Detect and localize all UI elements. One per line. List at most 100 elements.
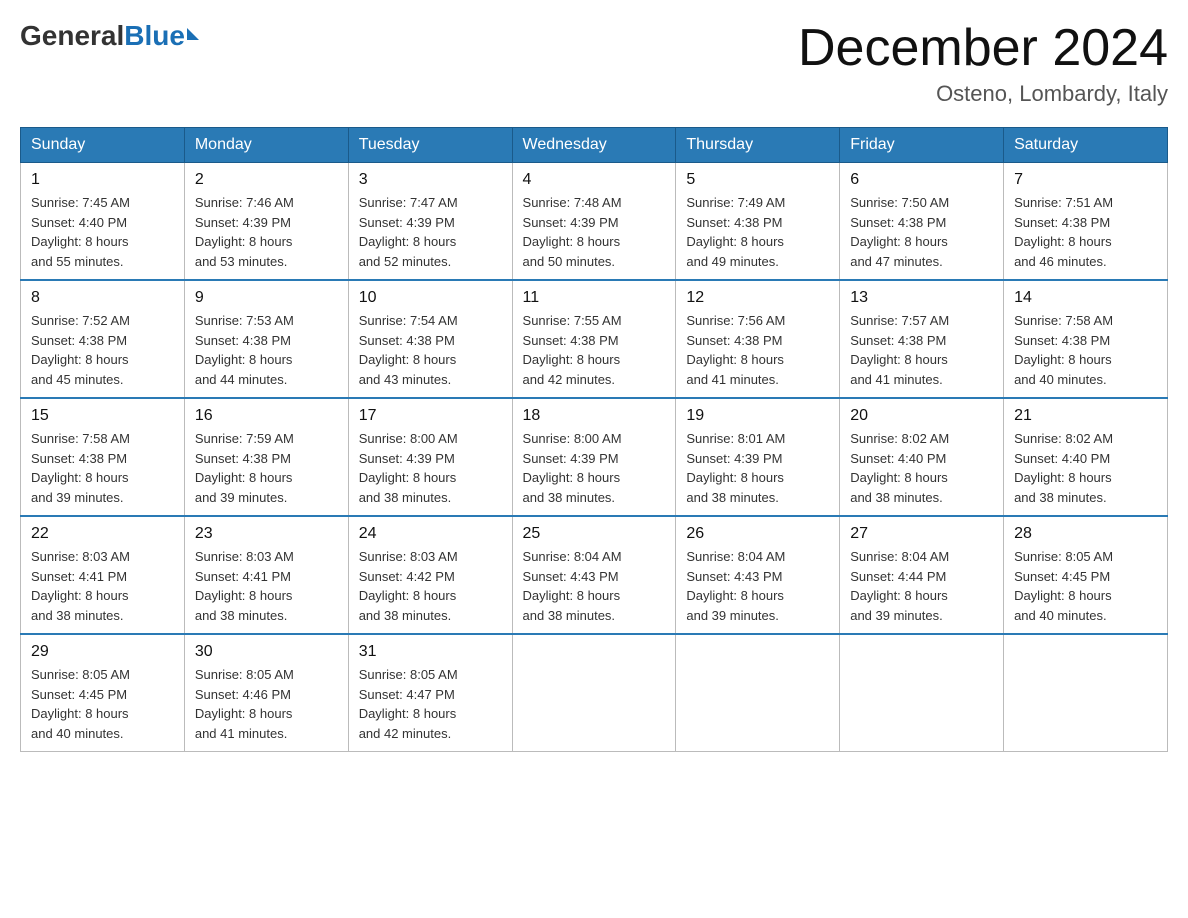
col-wednesday: Wednesday [512,128,676,163]
day-number: 26 [686,525,829,543]
day-info: Sunrise: 7:47 AM Sunset: 4:39 PM Dayligh… [359,193,502,271]
day-info: Sunrise: 8:00 AM Sunset: 4:39 PM Dayligh… [359,429,502,507]
table-row: 7 Sunrise: 7:51 AM Sunset: 4:38 PM Dayli… [1004,163,1168,281]
logo-blue-text: Blue [124,20,185,52]
calendar-row-5: 29 Sunrise: 8:05 AM Sunset: 4:45 PM Dayl… [21,634,1168,752]
calendar-row-2: 8 Sunrise: 7:52 AM Sunset: 4:38 PM Dayli… [21,280,1168,398]
day-info: Sunrise: 8:02 AM Sunset: 4:40 PM Dayligh… [850,429,993,507]
table-row: 30 Sunrise: 8:05 AM Sunset: 4:46 PM Dayl… [184,634,348,752]
table-row: 20 Sunrise: 8:02 AM Sunset: 4:40 PM Dayl… [840,398,1004,516]
day-number: 16 [195,407,338,425]
table-row: 22 Sunrise: 8:03 AM Sunset: 4:41 PM Dayl… [21,516,185,634]
day-number: 28 [1014,525,1157,543]
table-row: 21 Sunrise: 8:02 AM Sunset: 4:40 PM Dayl… [1004,398,1168,516]
table-row: 9 Sunrise: 7:53 AM Sunset: 4:38 PM Dayli… [184,280,348,398]
table-row: 25 Sunrise: 8:04 AM Sunset: 4:43 PM Dayl… [512,516,676,634]
day-info: Sunrise: 8:03 AM Sunset: 4:42 PM Dayligh… [359,547,502,625]
day-number: 30 [195,643,338,661]
table-row: 13 Sunrise: 7:57 AM Sunset: 4:38 PM Dayl… [840,280,1004,398]
title-block: December 2024 Osteno, Lombardy, Italy [798,20,1168,107]
day-info: Sunrise: 7:50 AM Sunset: 4:38 PM Dayligh… [850,193,993,271]
logo-general-text: General [20,20,124,52]
day-info: Sunrise: 8:03 AM Sunset: 4:41 PM Dayligh… [31,547,174,625]
table-row [1004,634,1168,752]
day-number: 7 [1014,171,1157,189]
calendar-row-4: 22 Sunrise: 8:03 AM Sunset: 4:41 PM Dayl… [21,516,1168,634]
day-number: 10 [359,289,502,307]
day-number: 20 [850,407,993,425]
day-number: 3 [359,171,502,189]
day-info: Sunrise: 8:04 AM Sunset: 4:43 PM Dayligh… [523,547,666,625]
day-info: Sunrise: 7:54 AM Sunset: 4:38 PM Dayligh… [359,311,502,389]
table-row: 14 Sunrise: 7:58 AM Sunset: 4:38 PM Dayl… [1004,280,1168,398]
col-monday: Monday [184,128,348,163]
day-number: 13 [850,289,993,307]
table-row: 18 Sunrise: 8:00 AM Sunset: 4:39 PM Dayl… [512,398,676,516]
day-info: Sunrise: 7:56 AM Sunset: 4:38 PM Dayligh… [686,311,829,389]
day-info: Sunrise: 8:05 AM Sunset: 4:45 PM Dayligh… [1014,547,1157,625]
table-row: 28 Sunrise: 8:05 AM Sunset: 4:45 PM Dayl… [1004,516,1168,634]
day-info: Sunrise: 7:46 AM Sunset: 4:39 PM Dayligh… [195,193,338,271]
day-info: Sunrise: 7:51 AM Sunset: 4:38 PM Dayligh… [1014,193,1157,271]
day-number: 1 [31,171,174,189]
day-info: Sunrise: 7:55 AM Sunset: 4:38 PM Dayligh… [523,311,666,389]
day-number: 4 [523,171,666,189]
day-number: 12 [686,289,829,307]
day-info: Sunrise: 7:59 AM Sunset: 4:38 PM Dayligh… [195,429,338,507]
day-info: Sunrise: 8:03 AM Sunset: 4:41 PM Dayligh… [195,547,338,625]
logo-triangle-icon [187,28,199,40]
col-friday: Friday [840,128,1004,163]
table-row: 4 Sunrise: 7:48 AM Sunset: 4:39 PM Dayli… [512,163,676,281]
day-number: 17 [359,407,502,425]
day-info: Sunrise: 8:05 AM Sunset: 4:46 PM Dayligh… [195,665,338,743]
table-row: 10 Sunrise: 7:54 AM Sunset: 4:38 PM Dayl… [348,280,512,398]
table-row: 16 Sunrise: 7:59 AM Sunset: 4:38 PM Dayl… [184,398,348,516]
day-number: 22 [31,525,174,543]
table-row: 23 Sunrise: 8:03 AM Sunset: 4:41 PM Dayl… [184,516,348,634]
day-number: 5 [686,171,829,189]
day-info: Sunrise: 8:01 AM Sunset: 4:39 PM Dayligh… [686,429,829,507]
day-number: 9 [195,289,338,307]
table-row: 6 Sunrise: 7:50 AM Sunset: 4:38 PM Dayli… [840,163,1004,281]
day-number: 19 [686,407,829,425]
day-info: Sunrise: 7:49 AM Sunset: 4:38 PM Dayligh… [686,193,829,271]
table-row [676,634,840,752]
day-info: Sunrise: 7:52 AM Sunset: 4:38 PM Dayligh… [31,311,174,389]
table-row: 26 Sunrise: 8:04 AM Sunset: 4:43 PM Dayl… [676,516,840,634]
table-row [840,634,1004,752]
col-thursday: Thursday [676,128,840,163]
page-header: General Blue December 2024 Osteno, Lomba… [20,20,1168,107]
day-info: Sunrise: 7:58 AM Sunset: 4:38 PM Dayligh… [31,429,174,507]
calendar-header-row: Sunday Monday Tuesday Wednesday Thursday… [21,128,1168,163]
table-row: 17 Sunrise: 8:00 AM Sunset: 4:39 PM Dayl… [348,398,512,516]
day-info: Sunrise: 8:02 AM Sunset: 4:40 PM Dayligh… [1014,429,1157,507]
day-info: Sunrise: 7:53 AM Sunset: 4:38 PM Dayligh… [195,311,338,389]
table-row: 29 Sunrise: 8:05 AM Sunset: 4:45 PM Dayl… [21,634,185,752]
day-number: 2 [195,171,338,189]
day-info: Sunrise: 7:57 AM Sunset: 4:38 PM Dayligh… [850,311,993,389]
day-info: Sunrise: 8:05 AM Sunset: 4:47 PM Dayligh… [359,665,502,743]
day-number: 29 [31,643,174,661]
table-row: 3 Sunrise: 7:47 AM Sunset: 4:39 PM Dayli… [348,163,512,281]
table-row: 2 Sunrise: 7:46 AM Sunset: 4:39 PM Dayli… [184,163,348,281]
logo: General Blue [20,20,199,52]
col-saturday: Saturday [1004,128,1168,163]
calendar-table: Sunday Monday Tuesday Wednesday Thursday… [20,127,1168,752]
table-row: 5 Sunrise: 7:49 AM Sunset: 4:38 PM Dayli… [676,163,840,281]
col-sunday: Sunday [21,128,185,163]
day-number: 6 [850,171,993,189]
day-number: 24 [359,525,502,543]
table-row: 8 Sunrise: 7:52 AM Sunset: 4:38 PM Dayli… [21,280,185,398]
location-subtitle: Osteno, Lombardy, Italy [798,81,1168,107]
day-number: 14 [1014,289,1157,307]
month-year-title: December 2024 [798,20,1168,77]
day-info: Sunrise: 7:45 AM Sunset: 4:40 PM Dayligh… [31,193,174,271]
table-row: 12 Sunrise: 7:56 AM Sunset: 4:38 PM Dayl… [676,280,840,398]
day-info: Sunrise: 8:04 AM Sunset: 4:44 PM Dayligh… [850,547,993,625]
day-number: 15 [31,407,174,425]
day-number: 23 [195,525,338,543]
day-number: 25 [523,525,666,543]
day-number: 27 [850,525,993,543]
table-row: 31 Sunrise: 8:05 AM Sunset: 4:47 PM Dayl… [348,634,512,752]
day-number: 11 [523,289,666,307]
